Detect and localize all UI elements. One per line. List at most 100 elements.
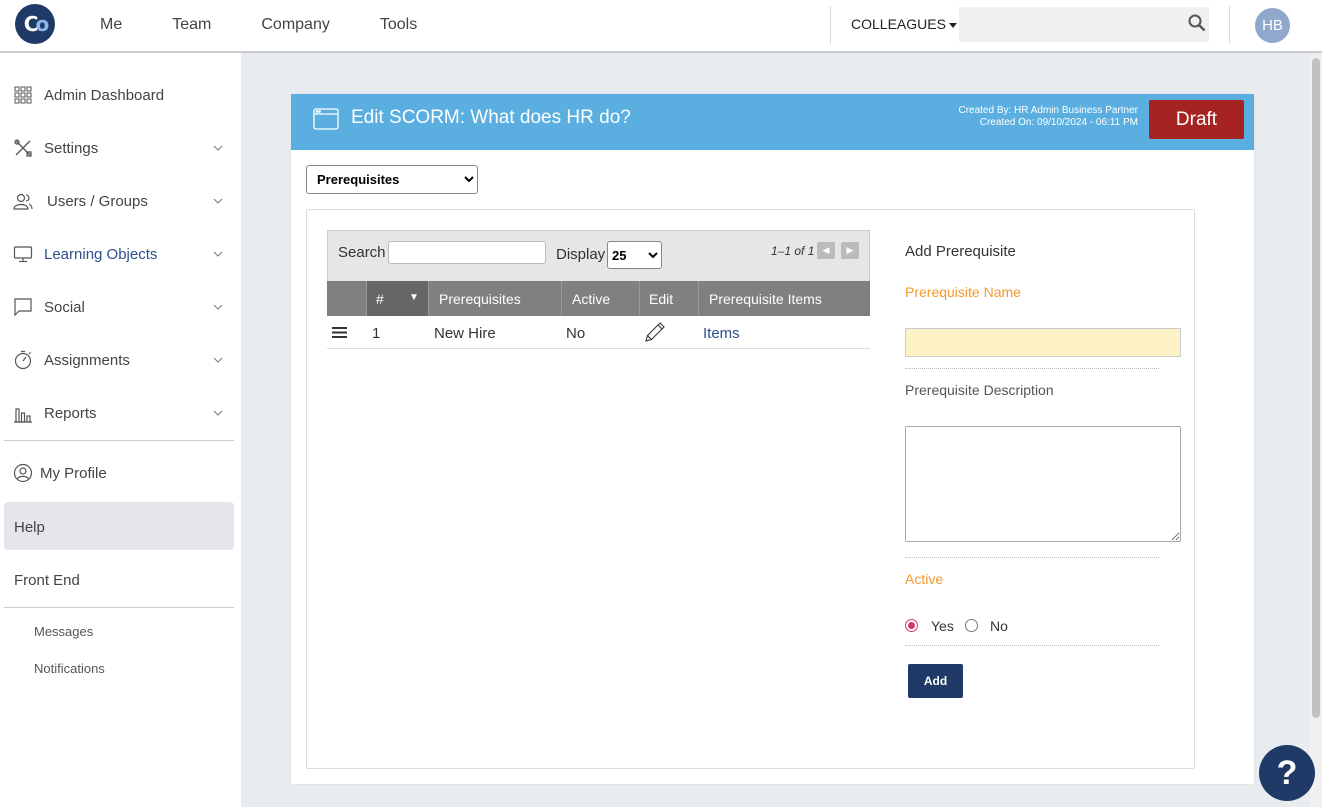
search-icon[interactable]	[1188, 14, 1206, 32]
active-no-radio[interactable]	[965, 619, 978, 632]
display-count-select[interactable]: 25	[607, 241, 662, 269]
sort-down-icon: ▼	[409, 292, 419, 303]
sidebar-item-front-end[interactable]: Front End	[14, 572, 80, 589]
row-prerequisite-name: New Hire	[434, 325, 496, 342]
table-row: 1 New Hire No Items	[327, 316, 870, 349]
nav-company[interactable]: Company	[261, 16, 329, 34]
monitor-icon	[13, 246, 33, 263]
top-nav: Me Team Company Tools	[100, 0, 467, 50]
grid-toolbar: Search Display 25 1–1 of 1 ◀ ▶	[327, 230, 870, 282]
sidebar-item-label: Learning Objects	[44, 245, 158, 263]
sidebar-item-my-profile[interactable]: My Profile	[0, 453, 238, 493]
form-title: Add Prerequisite	[905, 243, 1016, 260]
sidebar-item-settings[interactable]: Settings	[0, 128, 238, 168]
chevron-down-icon	[213, 198, 223, 204]
sidebar-item-reports[interactable]: Reports	[0, 393, 238, 433]
nav-me[interactable]: Me	[100, 16, 122, 34]
stopwatch-icon	[14, 350, 32, 370]
row-active: No	[566, 325, 586, 342]
avatar[interactable]: HB	[1255, 8, 1290, 43]
sidebar-item-notifications[interactable]: Notifications	[34, 661, 105, 676]
pager-text: 1–1 of 1	[771, 244, 815, 258]
active-yes-label: Yes	[931, 618, 954, 634]
chevron-down-icon	[213, 145, 223, 151]
column-header-label: Prerequisites	[439, 290, 521, 307]
sidebar-item-social[interactable]: Social	[0, 287, 238, 327]
active-no-label: No	[990, 618, 1008, 634]
sidebar-item-help[interactable]: Help	[4, 502, 234, 550]
grid-search-input[interactable]	[388, 241, 546, 264]
nav-team[interactable]: Team	[172, 16, 211, 34]
caret-down-icon	[948, 22, 957, 28]
active-yes-radio[interactable]	[905, 619, 918, 632]
colleagues-label: COLLEAGUES	[851, 16, 946, 32]
nav-divider	[1229, 6, 1230, 44]
column-header-label: #	[376, 290, 384, 307]
sidebar-item-label: Reports	[44, 404, 97, 422]
panel-header: Edit SCORM: What does HR do? Created By:…	[291, 94, 1254, 150]
field-divider	[905, 645, 1159, 646]
sidebar-item-label: Settings	[44, 139, 99, 157]
prerequisite-name-label: Prerequisite Name	[905, 284, 1021, 300]
chevron-down-icon	[213, 410, 223, 416]
help-question-button[interactable]: ?	[1259, 745, 1315, 801]
active-label: Active	[905, 571, 944, 587]
nav-divider	[830, 6, 831, 44]
prev-page-button[interactable]: ◀	[817, 242, 835, 259]
draft-status-button[interactable]: Draft	[1149, 100, 1244, 139]
page-title: Edit SCORM: What does HR do?	[351, 107, 631, 128]
drag-handle-icon[interactable]	[332, 326, 347, 339]
column-header-active[interactable]: Active	[562, 281, 640, 316]
field-divider	[905, 368, 1159, 369]
created-by: Created By: HR Admin Business Partner	[958, 105, 1138, 116]
column-header-number[interactable]: # ▼	[367, 281, 429, 316]
section-select[interactable]: Prerequisites	[306, 165, 478, 194]
created-on: Created On: 09/10/2024 - 06:11 PM	[979, 117, 1138, 128]
prerequisite-description-field[interactable]	[905, 426, 1181, 542]
sidebar-item-label: Assignments	[44, 351, 130, 369]
nav-tools[interactable]: Tools	[380, 16, 417, 34]
column-header-prerequisites[interactable]: Prerequisites	[429, 281, 562, 316]
prerequisite-description-label: Prerequisite Description	[905, 382, 1054, 398]
sidebar-item-label: Help	[14, 519, 45, 536]
users-icon	[13, 193, 33, 210]
user-circle-icon	[13, 463, 33, 483]
column-header-edit: Edit	[640, 281, 699, 316]
sidebar-divider	[4, 607, 234, 608]
pencil-icon[interactable]	[644, 321, 666, 343]
row-number: 1	[372, 325, 381, 342]
drag-column-header	[327, 281, 367, 316]
colleagues-dropdown[interactable]: COLLEAGUES	[851, 16, 957, 32]
search-label: Search	[338, 244, 386, 261]
sidebar-item-messages[interactable]: Messages	[34, 624, 93, 639]
colleague-search-input[interactable]	[959, 7, 1209, 42]
sidebar-item-admin-dashboard[interactable]: Admin Dashboard	[0, 75, 238, 115]
display-label: Display	[556, 246, 606, 263]
sidebar-item-assignments[interactable]: Assignments	[0, 340, 238, 380]
grid-icon	[14, 86, 32, 104]
row-items-link[interactable]: Items	[703, 325, 740, 342]
created-info: Created By: HR Admin Business Partner Cr…	[958, 105, 1138, 129]
chat-icon	[14, 298, 32, 317]
sidebar-item-learning-objects[interactable]: Learning Objects	[0, 234, 238, 274]
company-logo[interactable]: Co	[15, 4, 55, 44]
chevron-down-icon	[213, 357, 223, 363]
scrollbar-thumb[interactable]	[1312, 58, 1320, 718]
column-header-prerequisite-items: Prerequisite Items	[699, 281, 870, 316]
sidebar-item-label: My Profile	[40, 464, 107, 482]
sidebar-item-label: Users / Groups	[47, 192, 148, 210]
top-navbar: Co Me Team Company Tools COLLEAGUES HB	[0, 0, 1322, 53]
chevron-down-icon	[213, 251, 223, 257]
sidebar: Admin Dashboard Settings Users / Groups …	[0, 53, 241, 807]
prerequisite-name-field[interactable]	[905, 328, 1181, 357]
sidebar-item-label: Admin Dashboard	[44, 86, 165, 104]
sidebar-divider	[4, 440, 234, 441]
sidebar-item-label: Social	[44, 298, 85, 316]
add-prerequisite-button[interactable]: Add	[908, 664, 963, 698]
edit-scorm-panel: Edit SCORM: What does HR do? Created By:…	[291, 94, 1254, 784]
sidebar-item-users-groups[interactable]: Users / Groups	[0, 181, 238, 221]
next-page-button[interactable]: ▶	[841, 242, 859, 259]
page-scrollbar[interactable]	[1310, 55, 1322, 807]
grid-header: # ▼ Prerequisites Active Edit Prerequisi…	[327, 281, 870, 316]
tools-icon	[14, 139, 32, 157]
